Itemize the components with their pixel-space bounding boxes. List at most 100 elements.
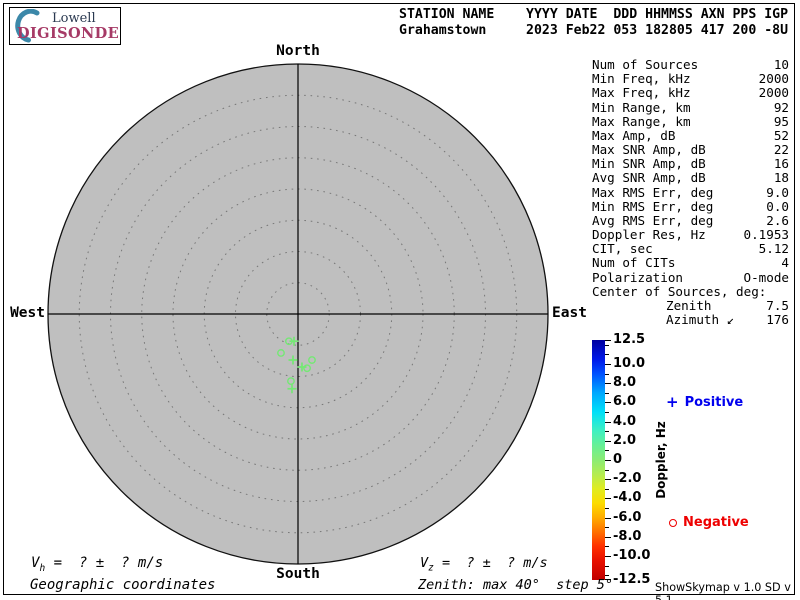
param-label: Center of Sources, deg: <box>592 283 767 299</box>
compass-south-label: South <box>276 566 320 582</box>
colorbar-tick-label: -6.0 <box>613 509 642 525</box>
colorbar-minor-tick <box>605 469 609 471</box>
colorbar-minor-tick <box>605 344 609 346</box>
lowell-digisonde-logo: Lowell DIGISONDE <box>9 7 121 45</box>
software-version-label: ShowSkymap v 1.0 SD v 5.1 <box>655 581 791 600</box>
colorbar-major-tick <box>605 440 611 442</box>
param-label: Zenith <box>666 297 712 313</box>
param-value: 2000 <box>758 71 789 87</box>
colorbar-major-tick <box>605 498 611 500</box>
skymap-page: Lowell DIGISONDE STATION NAME YYYY DATE … <box>0 0 800 600</box>
param-row: Max RMS Err, deg 9.0 <box>592 184 789 200</box>
param-value: 10 <box>773 57 789 72</box>
param-label: Max RMS Err, deg <box>592 184 714 200</box>
param-label: Max Freq, kHz <box>592 85 691 101</box>
param-label: Num of CITs <box>592 255 676 271</box>
param-row: Min Range, km 92 <box>592 100 789 115</box>
param-row: Max Freq, kHz 2000 <box>592 86 789 100</box>
legend-negative: Negative <box>669 515 749 530</box>
colorbar-axis-label: Doppler, Hz <box>654 421 668 499</box>
colorbar-major-tick <box>605 460 611 461</box>
param-row: Avg RMS Err, deg 2.6 <box>592 212 789 228</box>
param-label: Min SNR Amp, dB <box>592 156 706 172</box>
zenith-scale-note: Zenith: max 40° step 5° <box>418 577 614 593</box>
param-label: Avg SNR Amp, dB <box>592 170 706 186</box>
param-value: 22 <box>773 142 789 158</box>
param-row: Azimuth ↙ 176 <box>592 312 789 328</box>
colorbar-minor-tick <box>605 508 609 509</box>
param-label: Doppler Res, Hz <box>592 227 706 243</box>
param-label: Azimuth ↙ <box>666 312 735 328</box>
legend-positive: + Positive <box>666 393 744 411</box>
param-list: Num of Sources 10 Min Freq, kHz 2000 Max Fre… <box>592 57 790 328</box>
plus-marker-icon: + <box>666 393 679 411</box>
colorbar-tick-label: 4.0 <box>613 413 637 429</box>
compass-north-label: North <box>276 43 320 59</box>
colorbar-minor-tick <box>605 527 609 529</box>
logo-digisonde-text: DIGISONDE <box>17 25 120 42</box>
param-value: 0.0 <box>766 198 789 214</box>
param-label: Min RMS Err, deg <box>592 198 714 214</box>
param-value: 2.6 <box>766 212 789 228</box>
colorbar-minor-tick <box>605 412 609 413</box>
colorbar-minor-tick <box>605 373 609 375</box>
colorbar-minor-tick <box>605 431 609 433</box>
colorbar-minor-tick <box>605 450 609 452</box>
param-label: Max SNR Amp, dB <box>592 142 706 158</box>
param-value: 9.0 <box>766 184 789 200</box>
colorbar-tick-label: 8.0 <box>613 375 637 391</box>
param-label: Min Freq, kHz <box>592 71 691 87</box>
param-label: Polarization <box>592 269 683 285</box>
colorbar-tick-label: -10.0 <box>613 548 651 563</box>
param-value: 2000 <box>758 85 789 101</box>
param-value: 4 <box>781 255 789 271</box>
param-row: Max Amp, dB 52 <box>592 127 789 143</box>
param-row: Doppler Res, Hz 0.1953 <box>592 227 790 243</box>
param-value: 0.1953 <box>743 227 790 243</box>
param-value: O-mode <box>743 269 790 285</box>
param-value: 176 <box>766 312 789 328</box>
colorbar-minor-tick <box>605 354 609 356</box>
coordinate-system-label: Geographic coordinates <box>30 577 216 593</box>
horizontal-velocity-readout: Vh = ? ± ? m/s <box>31 555 164 574</box>
param-row: Polarization O-mode <box>592 269 790 285</box>
param-value: 52 <box>773 127 789 143</box>
colorbar-tick-label: -2.0 <box>613 471 642 487</box>
param-value: 18 <box>773 170 789 186</box>
colorbar-minor-tick <box>605 565 609 567</box>
param-label: Num of Sources <box>592 57 699 72</box>
param-value: 7.5 <box>766 297 789 313</box>
colorbar-tick-label: 2.0 <box>613 432 637 448</box>
param-row: Zenith 7.5 <box>592 297 789 313</box>
param-row: CIT, sec 5.12 <box>592 242 789 256</box>
colorbar-tick-label: 0 <box>613 452 623 467</box>
param-row: Avg SNR Amp, dB 18 <box>592 171 789 185</box>
legend-negative-label: Negative <box>683 515 749 530</box>
colorbar-minor-tick <box>605 546 609 548</box>
param-row: Min Freq, kHz 2000 <box>592 71 789 87</box>
param-row: Center of Sources, deg: <box>592 283 789 299</box>
colorbar-major-tick <box>605 402 611 404</box>
colorbar-gradient <box>592 340 605 580</box>
param-label: Avg RMS Err, deg <box>592 212 714 228</box>
colorbar-major-tick <box>605 517 611 519</box>
colorbar-tick-label: 10.0 <box>613 356 646 371</box>
param-row: Max Range, km 95 <box>592 113 789 129</box>
colorbar-major-tick <box>605 340 611 341</box>
param-label: Max Amp, dB <box>592 127 676 143</box>
colorbar-tick-label: -4.0 <box>613 490 642 506</box>
compass-east-label: East <box>552 305 587 321</box>
legend-positive-label: Positive <box>684 395 744 410</box>
param-row: Min SNR Amp, dB 16 <box>592 157 789 171</box>
colorbar-major-tick <box>605 556 611 557</box>
param-label: Max Range, km <box>592 113 691 129</box>
compass-west-label: West <box>10 305 45 321</box>
colorbar-minor-tick <box>605 392 609 394</box>
circle-marker-icon <box>669 518 677 527</box>
colorbar-major-tick <box>605 479 611 481</box>
colorbar-major-tick <box>605 364 611 365</box>
header-station-values: Grahamstown 2023 Feb22 053 182805 417 20… <box>399 23 789 38</box>
param-row: Max SNR Amp, dB 22 <box>592 142 789 158</box>
header-column-titles: STATION NAME YYYY DATE DDD HHMMSS AXN PP… <box>399 7 789 22</box>
doppler-colorbar: 12.5 10.0 8.0 6.0 4.0 2.0 0 -2.0 -4.0 -6.0 -8.0 -10… <box>592 333 797 587</box>
